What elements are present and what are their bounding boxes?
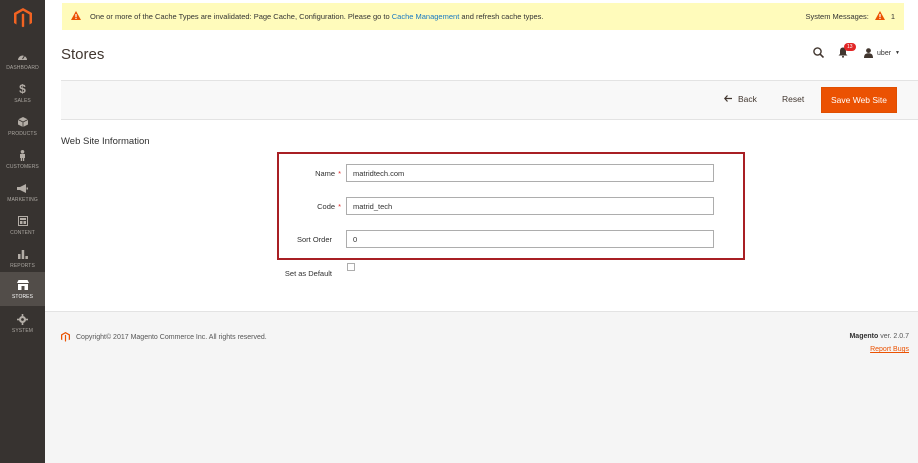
bar-chart-icon xyxy=(17,247,28,261)
chevron-down-icon: ▼ xyxy=(895,50,900,56)
sort-order-input[interactable] xyxy=(346,230,714,248)
reset-button[interactable]: Reset xyxy=(782,94,804,104)
name-label-text: Name xyxy=(315,169,336,178)
back-label: Back xyxy=(738,94,757,104)
required-asterisk: * xyxy=(338,169,341,178)
dollar-icon: $ xyxy=(19,81,26,96)
set-as-default-checkbox[interactable] xyxy=(347,263,355,271)
nav-label: SYSTEM xyxy=(11,328,34,334)
nav-reports[interactable]: REPORTS xyxy=(0,242,45,274)
system-messages-count: 1 xyxy=(890,12,895,21)
nav-label: STORES xyxy=(11,294,34,300)
section-title: Web Site Information xyxy=(61,136,150,147)
notice-text-end: and refresh cache types. xyxy=(461,12,544,21)
nav-sales[interactable]: $ SALES xyxy=(0,77,45,109)
header-actions: 13 uber ▼ xyxy=(813,43,900,61)
page-title: Stores xyxy=(61,46,105,63)
code-label: Code * xyxy=(250,202,341,211)
nav-label: CUSTOMERS xyxy=(6,164,39,170)
notice-text: One or more of the Cache Types are inval… xyxy=(90,12,390,21)
nav-stores[interactable]: STORES xyxy=(0,272,45,306)
gear-icon xyxy=(17,312,28,326)
magento-logo[interactable] xyxy=(0,0,45,36)
copyright-text: Copyright© 2017 Magento Commerce Inc. Al… xyxy=(76,333,267,341)
nav-marketing[interactable]: MARKETING xyxy=(0,176,45,208)
magento-footer-logo-icon xyxy=(61,332,70,342)
notifications-count-badge: 13 xyxy=(844,43,856,51)
system-messages-label: System Messages: xyxy=(805,12,869,21)
magento-version: Magento ver. 2.0.7 xyxy=(849,333,909,340)
admin-sidebar: DASHBOARD $ SALES PRODUCTS CUSTOMERS MAR… xyxy=(0,0,45,463)
user-menu[interactable]: uber ▼ xyxy=(864,48,900,58)
cache-invalidated-notice: One or more of the Cache Types are inval… xyxy=(62,3,904,30)
system-messages[interactable]: System Messages: 1 xyxy=(805,3,895,30)
name-label: Name * xyxy=(250,169,341,178)
dashboard-icon xyxy=(17,49,28,63)
layout-icon xyxy=(17,214,28,228)
user-name: uber xyxy=(877,49,892,57)
box-icon xyxy=(17,115,28,129)
store-icon xyxy=(16,278,29,292)
arrow-left-icon xyxy=(723,94,732,104)
nav-label: DASHBOARD xyxy=(6,65,39,71)
page-footer: Copyright© 2017 Magento Commerce Inc. Al… xyxy=(45,311,918,463)
warning-icon xyxy=(71,11,81,22)
set-as-default-label: Set as Default xyxy=(284,269,332,278)
code-label-text: Code xyxy=(317,202,336,211)
nav-label: PRODUCTS xyxy=(8,131,37,137)
nav-label: MARKETING xyxy=(7,197,38,203)
copyright: Copyright© 2017 Magento Commerce Inc. Al… xyxy=(61,332,267,342)
back-button[interactable]: Back xyxy=(723,94,757,104)
name-input[interactable] xyxy=(346,164,714,182)
version-text: ver. 2.0.7 xyxy=(880,333,909,340)
nav-label: REPORTS xyxy=(10,263,35,269)
magento-logo-icon xyxy=(13,8,32,28)
nav-system[interactable]: SYSTEM xyxy=(0,307,45,339)
nav-label: SALES xyxy=(14,98,31,104)
sort-order-label: Sort Order xyxy=(296,235,332,244)
brand-name: Magento xyxy=(849,333,879,340)
code-input[interactable] xyxy=(346,197,714,215)
nav-customers[interactable]: CUSTOMERS xyxy=(0,143,45,175)
search-icon[interactable] xyxy=(813,46,825,60)
nav-dashboard[interactable]: DASHBOARD xyxy=(0,44,45,76)
megaphone-icon xyxy=(17,181,28,195)
notifications-bell[interactable]: 13 xyxy=(838,43,856,59)
page-actions-bar: Back Reset Save Web Site xyxy=(61,80,918,120)
person-icon xyxy=(19,148,26,162)
cache-management-link[interactable]: Cache Management xyxy=(392,12,460,21)
report-bugs-link[interactable]: Report Bugs xyxy=(870,346,909,353)
save-web-site-button[interactable]: Save Web Site xyxy=(821,87,897,113)
nav-products[interactable]: PRODUCTS xyxy=(0,110,45,142)
required-asterisk: * xyxy=(338,202,341,211)
system-messages-warning-icon xyxy=(874,11,885,22)
user-icon xyxy=(864,48,874,58)
nav-label: CONTENT xyxy=(10,230,35,236)
nav-content[interactable]: CONTENT xyxy=(0,209,45,241)
